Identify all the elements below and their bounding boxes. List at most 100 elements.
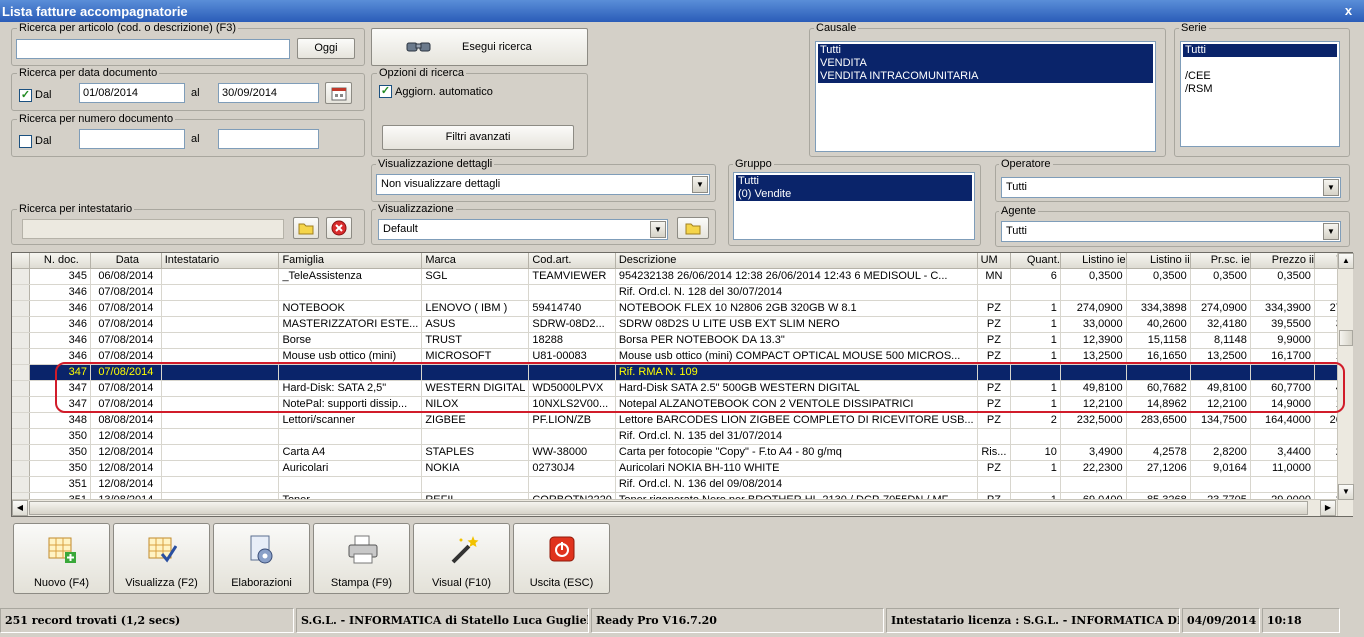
table-cell[interactable] xyxy=(1250,476,1315,493)
causale-listbox[interactable]: Tutti VENDITA VENDITA INTRACOMUNITARIA xyxy=(815,41,1156,152)
scroll-up-icon[interactable]: ▲ xyxy=(1338,253,1354,269)
table-cell[interactable] xyxy=(1190,428,1251,445)
table-cell[interactable] xyxy=(977,476,1012,493)
table-cell[interactable]: 345 xyxy=(29,268,91,285)
table-cell[interactable]: 3,4900 xyxy=(1060,444,1127,461)
table-cell[interactable]: 07/08/2014 xyxy=(90,300,162,317)
table-cell[interactable]: 0,3500 xyxy=(1250,268,1315,285)
serie-option[interactable] xyxy=(1183,57,1337,70)
table-cell[interactable]: 1 xyxy=(1010,300,1061,317)
table-cell[interactable]: Borse xyxy=(278,332,423,349)
table-cell[interactable]: 274,0900 xyxy=(1190,300,1251,317)
table-cell[interactable]: 06/08/2014 xyxy=(90,268,162,285)
table-cell[interactable] xyxy=(161,444,280,461)
row-indicator[interactable] xyxy=(12,316,30,333)
table-cell[interactable]: _TeleAssistenza xyxy=(278,268,423,285)
table-cell[interactable] xyxy=(1250,284,1315,301)
table-cell[interactable]: 6 xyxy=(1010,268,1061,285)
table-cell[interactable]: 27,1206 xyxy=(1126,460,1191,477)
table-row[interactable]: 351 12/08/2014 Rif. Ord.cl. N. 136 del 09/… xyxy=(12,476,1352,493)
table-cell[interactable]: MASTERIZZATORI ESTE... xyxy=(278,316,423,333)
table-cell[interactable]: 0,3500 xyxy=(1190,268,1251,285)
table-cell[interactable]: 18288 xyxy=(528,332,616,349)
table-cell[interactable]: 348 xyxy=(29,412,91,429)
table-cell[interactable] xyxy=(161,428,280,445)
table-cell[interactable]: LENOVO ( IBM ) xyxy=(421,300,530,317)
table-cell[interactable] xyxy=(278,428,423,445)
table-cell[interactable]: 4,2578 xyxy=(1126,444,1191,461)
table-cell[interactable]: 9,9000 xyxy=(1250,332,1315,349)
row-indicator[interactable] xyxy=(12,300,30,317)
table-cell[interactable] xyxy=(1010,284,1061,301)
table-cell[interactable]: 232,5000 xyxy=(1060,412,1127,429)
table-row[interactable]: 350 12/08/2014 Rif. Ord.cl. N. 135 del 31/… xyxy=(12,428,1352,445)
table-cell[interactable]: 12/08/2014 xyxy=(90,428,162,445)
row-indicator[interactable] xyxy=(12,268,30,285)
causale-option[interactable]: Tutti xyxy=(818,44,1153,57)
table-cell[interactable]: Borsa PER NOTEBOOK DA 13.3" xyxy=(615,332,978,349)
table-cell[interactable]: 1 xyxy=(1010,316,1061,333)
table-cell[interactable]: 350 xyxy=(29,460,91,477)
table-cell[interactable] xyxy=(528,284,616,301)
operatore-select[interactable]: Tutti ▼ xyxy=(1001,177,1341,198)
table-cell[interactable]: 02730J4 xyxy=(528,460,616,477)
number-from-input[interactable] xyxy=(79,129,185,149)
column-header[interactable]: Descrizione xyxy=(615,253,978,269)
chevron-down-icon[interactable]: ▼ xyxy=(1323,223,1339,240)
row-indicator[interactable] xyxy=(12,380,30,397)
number-to-input[interactable] xyxy=(218,129,319,149)
date-to-input[interactable]: 30/09/2014 xyxy=(218,83,319,103)
table-cell[interactable]: PZ xyxy=(977,332,1012,349)
table-cell[interactable] xyxy=(421,284,530,301)
advanced-filters-button[interactable]: Filtri avanzati xyxy=(382,125,574,150)
table-row[interactable]: 346 07/08/2014 MASTERIZZATORI ESTE... ASUS S… xyxy=(12,316,1352,333)
table-cell[interactable] xyxy=(1010,428,1061,445)
table-cell[interactable]: 33,0000 xyxy=(1060,316,1127,333)
table-cell[interactable]: Auricolari NOKIA BH-110 WHITE xyxy=(615,460,978,477)
run-search-button[interactable]: Esegui ricerca xyxy=(371,28,588,66)
view-button[interactable]: Visualizza (F2) xyxy=(113,523,210,594)
table-row[interactable]: 346 07/08/2014 Borse TRUST 18288 Borsa PER NO… xyxy=(12,332,1352,349)
table-cell[interactable]: 334,3900 xyxy=(1250,300,1315,317)
close-window-button[interactable]: x xyxy=(1341,4,1356,18)
table-cell[interactable]: PZ xyxy=(977,300,1012,317)
table-cell[interactable]: 3,4400 xyxy=(1250,444,1315,461)
table-cell[interactable]: 8,1148 xyxy=(1190,332,1251,349)
details-select[interactable]: Non visualizzare dettagli ▼ xyxy=(376,174,710,195)
table-cell[interactable] xyxy=(161,316,280,333)
table-cell[interactable] xyxy=(1190,284,1251,301)
causale-option[interactable]: VENDITA xyxy=(818,57,1153,70)
table-cell[interactable]: 07/08/2014 xyxy=(90,332,162,349)
table-cell[interactable]: 12/08/2014 xyxy=(90,460,162,477)
column-header[interactable]: Data xyxy=(90,253,162,269)
serie-option[interactable]: /RSM xyxy=(1183,83,1337,96)
table-cell[interactable]: Rif. Ord.cl. N. 128 del 30/07/2014 xyxy=(615,284,978,301)
table-row[interactable]: 348 08/08/2014 Lettori/scanner ZIGBEE PF.LIO… xyxy=(12,412,1352,429)
date-dal-checkbox[interactable]: ✓ xyxy=(19,89,32,102)
table-cell[interactable] xyxy=(161,460,280,477)
table-row[interactable]: 350 12/08/2014 Auricolari NOKIA 02730J4 Auric… xyxy=(12,460,1352,477)
calendar-button[interactable] xyxy=(325,82,352,104)
table-row[interactable]: 346 07/08/2014 Rif. Ord.cl. N. 128 del 30/… xyxy=(12,284,1352,301)
table-cell[interactable]: 346 xyxy=(29,284,91,301)
column-header[interactable]: N. doc. xyxy=(29,253,91,269)
table-cell[interactable]: 164,4000 xyxy=(1250,412,1315,429)
table-cell[interactable]: 10 xyxy=(1010,444,1061,461)
column-header[interactable]: Intestatario xyxy=(161,253,280,269)
column-header[interactable]: Prezzo ii xyxy=(1250,253,1315,269)
row-indicator[interactable] xyxy=(12,476,30,493)
table-cell[interactable]: 11,0000 xyxy=(1250,460,1315,477)
exit-button[interactable]: Uscita (ESC) xyxy=(513,523,610,594)
table-cell[interactable]: PZ xyxy=(977,316,1012,333)
table-cell[interactable]: 346 xyxy=(29,300,91,317)
table-cell[interactable]: MN xyxy=(977,268,1012,285)
table-cell[interactable]: 351 xyxy=(29,476,91,493)
table-cell[interactable]: Rif. Ord.cl. N. 136 del 09/08/2014 xyxy=(615,476,978,493)
new-button[interactable]: Nuovo (F4) xyxy=(13,523,110,594)
view-select[interactable]: Default ▼ xyxy=(378,219,668,240)
table-cell[interactable]: Ris... xyxy=(977,444,1012,461)
table-cell[interactable] xyxy=(161,332,280,349)
table-cell[interactable]: Carta A4 xyxy=(278,444,423,461)
table-cell[interactable] xyxy=(421,476,530,493)
table-cell[interactable]: 1 xyxy=(1010,460,1061,477)
